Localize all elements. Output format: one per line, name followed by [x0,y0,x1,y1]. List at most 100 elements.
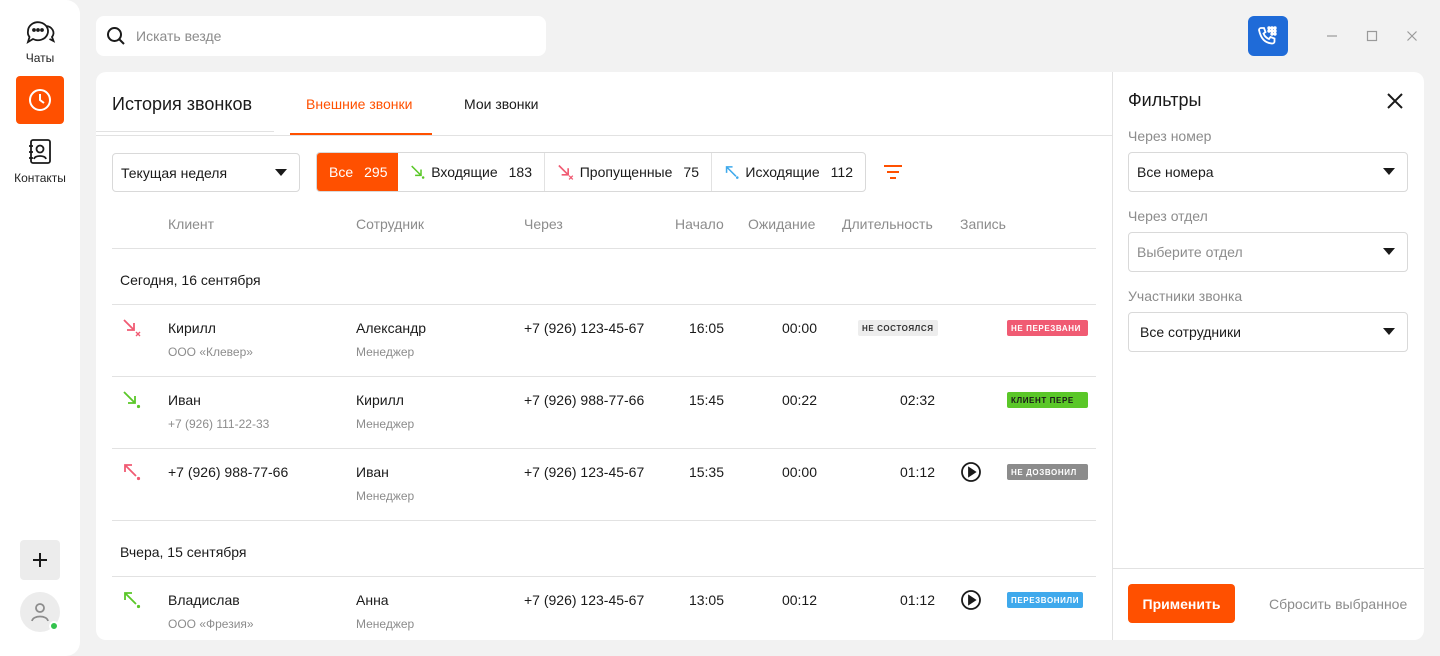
sidebar-item-chats[interactable]: Чаты [0,18,80,65]
department-select[interactable]: Выберите отдел [1128,232,1408,272]
phone-dialpad-icon [1258,26,1277,45]
status-badge: Не перезвани [1007,320,1088,336]
employee-role: Менеджер [356,345,415,359]
column-header-record[interactable]: Запись [960,216,1006,232]
employee-name: Александр [356,320,427,336]
group-title: Вчера, 15 сентября [120,544,247,560]
maximize-button[interactable] [1362,26,1382,46]
divider [112,376,1096,377]
sidebar-item-contacts[interactable]: Контакты [0,138,80,185]
participants-filter-label: Участники звонка [1128,288,1243,304]
close-icon[interactable] [1384,90,1406,112]
outgoing-call-icon [124,592,141,609]
divider [96,135,1112,136]
divider [96,131,274,132]
column-header-via[interactable]: Через [524,216,563,232]
client-company: ООО «Фрезия» [168,617,254,631]
avatar[interactable] [20,592,60,632]
number-filter-label: Через номер [1128,128,1212,144]
minimize-button[interactable] [1322,26,1342,46]
filter-count: 183 [508,164,532,180]
caret-down-icon [1383,248,1395,255]
wait-time: 00:12 [781,592,817,608]
divider [1113,568,1424,569]
play-recording-icon[interactable] [960,589,982,611]
via-number: +7 (926) 123-45-67 [524,592,645,608]
caret-down-icon [1383,168,1395,175]
divider [112,304,1096,305]
duration: 02:32 [899,392,935,408]
filter-icon[interactable] [882,162,904,182]
caret-down-icon [1383,328,1395,335]
close-icon [1407,31,1417,41]
start-time: 15:45 [688,392,724,408]
employee-role: Менеджер [356,617,415,631]
status-badge: Перезвонили [1007,592,1084,608]
employee-name: Анна [356,592,389,608]
column-header-employee[interactable]: Сотрудник [356,216,424,232]
divider [112,448,1096,449]
filter-label: Исходящие [745,164,820,180]
column-header-duration[interactable]: Длительность [842,216,933,232]
employee-role: Менеджер [356,489,415,503]
wait-time: 00:00 [781,320,817,336]
tab-my-calls[interactable]: Мои звонки [464,96,538,112]
duration: 01:12 [899,592,935,608]
add-button[interactable] [20,540,60,580]
duration-badge: Не состоялся [858,320,938,336]
wait-time: 00:00 [781,464,817,480]
number-select[interactable]: Все номера [1128,152,1408,192]
filter-missed[interactable]: Пропущенные 75 [545,153,712,191]
filter-all[interactable]: Все 295 [317,153,398,191]
period-select-value: Текущая неделя [121,164,228,181]
department-select-placeholder: Выберите отдел [1137,244,1243,260]
divider [112,576,1096,577]
filter-incoming[interactable]: Входящие 183 [398,153,545,191]
contacts-icon [29,139,51,164]
client-name: Иван [168,392,201,408]
filter-outgoing[interactable]: Исходящие 112 [712,153,865,191]
tab-external-calls[interactable]: Внешние звонки [306,96,412,112]
incoming-call-icon [123,391,141,409]
incoming-call-icon [411,165,425,179]
divider [112,248,1096,249]
filter-label: Пропущенные [579,164,673,180]
filter-count: 295 [364,164,388,180]
column-header-start[interactable]: Начало [675,216,724,232]
status-badge: Не дозвонил [1007,464,1088,480]
sidebar-item-history[interactable] [16,76,64,124]
filter-count: 112 [830,164,853,180]
dialpad-button[interactable] [1248,16,1288,56]
participants-select-value: Все сотрудники [1140,324,1241,340]
filter-label: Входящие [431,164,498,180]
search-bar [96,16,546,56]
period-select[interactable]: Текущая неделя [112,153,300,192]
missed-call-icon [558,164,574,180]
reset-button[interactable]: Сбросить выбранное [1269,596,1407,612]
client-company: ООО «Клевер» [168,345,253,359]
column-header-client[interactable]: Клиент [168,216,214,232]
department-filter-label: Через отдел [1128,208,1208,224]
plus-icon [33,553,47,567]
client-phone: +7 (926) 111-22-33 [168,417,270,431]
divider [112,520,1096,521]
start-time: 13:05 [688,592,724,608]
employee-name: Кирилл [356,392,404,408]
page-title: История звонков [112,94,253,114]
missed-call-icon [123,319,141,337]
outgoing-call-icon [725,166,739,179]
participants-select[interactable]: Все сотрудники [1128,312,1408,352]
search-input[interactable] [136,28,516,44]
wait-time: 00:22 [781,392,817,408]
search-icon [107,27,125,45]
missed-outgoing-call-icon [124,464,141,481]
via-number: +7 (926) 988-77-66 [524,392,645,408]
filter-count: 75 [683,164,699,180]
filters-panel: Фильтры Через номер Все номера Через отд… [1113,72,1424,640]
clock-icon [29,89,51,111]
filters-title: Фильтры [1128,90,1202,110]
play-recording-icon[interactable] [960,461,982,483]
window-close-button[interactable] [1402,26,1422,46]
apply-button[interactable]: Применить [1128,584,1235,623]
column-header-wait[interactable]: Ожидание [748,216,815,232]
